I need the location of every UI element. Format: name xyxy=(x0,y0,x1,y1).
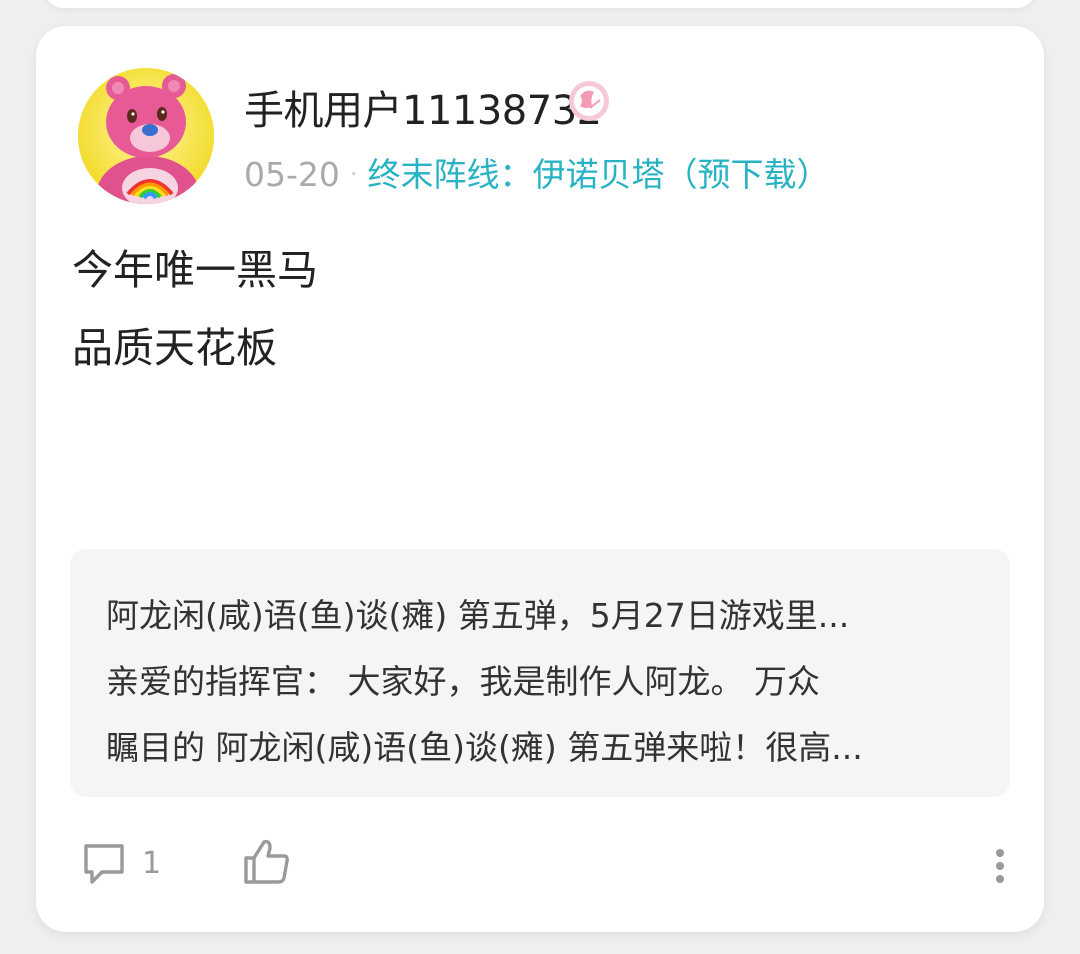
comment-icon[interactable] xyxy=(80,840,128,888)
game-link[interactable]: 终末阵线：伊诺贝塔（预下载） xyxy=(368,155,830,194)
post-card[interactable]: 手机用户11138732 05-20 · 终末阵线：伊诺贝塔（预下载） 今年唯一黑马… xyxy=(36,26,1044,932)
thumbs-up-icon[interactable] xyxy=(242,836,292,886)
more-vertical-icon[interactable] xyxy=(992,848,1008,884)
post-content-line: 今年唯一黑马 xyxy=(72,246,318,294)
post-meta: 05-20 · 终末阵线：伊诺贝塔（预下载） xyxy=(244,148,830,196)
quoted-article-line: 亲爱的指挥官： 大家好，我是制作人阿龙。 万众 xyxy=(106,662,820,701)
comment-count[interactable]: 1 xyxy=(142,846,161,881)
meta-separator: · xyxy=(349,160,358,188)
quoted-article-line: 瞩目的 阿龙闲(咸)语(鱼)谈(瘫) 第五弹来啦！很高... xyxy=(106,728,863,767)
feed-page: 手机用户11138732 05-20 · 终末阵线：伊诺贝塔（预下载） 今年唯一黑马… xyxy=(0,0,1080,954)
quoted-article-line: 阿龙闲(咸)语(鱼)谈(瘫) 第五弹，5月27日游戏里... xyxy=(106,596,850,635)
previous-card-edge xyxy=(44,0,1036,8)
avatar[interactable] xyxy=(78,68,214,204)
post-date: 05-20 xyxy=(244,155,340,194)
quoted-article[interactable]: 阿龙闲(咸)语(鱼)谈(瘫) 第五弹，5月27日游戏里... 亲爱的指挥官： 大… xyxy=(70,549,1010,797)
anniversary-badge-icon[interactable] xyxy=(568,80,610,122)
username[interactable]: 手机用户11138732 xyxy=(244,78,602,136)
pink-bear-avatar-image xyxy=(78,68,214,204)
post-content-line: 品质天花板 xyxy=(72,324,277,372)
